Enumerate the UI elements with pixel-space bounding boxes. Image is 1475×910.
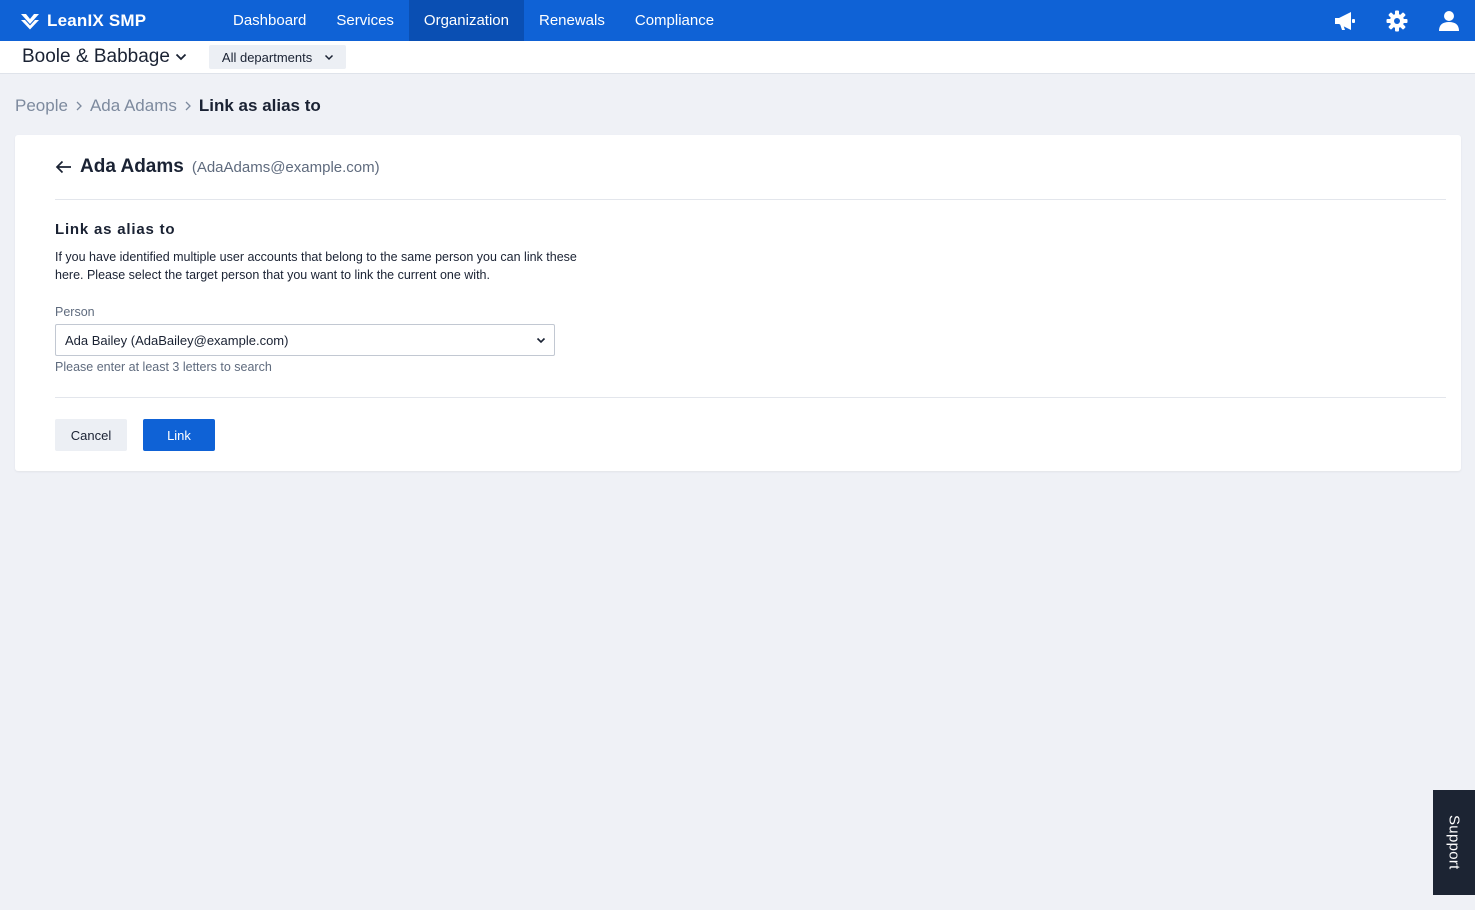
leanix-logo-icon <box>21 13 39 29</box>
back-arrow-icon[interactable] <box>55 160 72 174</box>
chevron-down-icon <box>325 54 334 60</box>
nav-compliance[interactable]: Compliance <box>620 0 729 41</box>
user-icon[interactable] <box>1423 0 1475 41</box>
person-field-label: Person <box>55 305 95 319</box>
person-select[interactable]: Ada Bailey (AdaBailey@example.com) <box>55 324 555 356</box>
link-alias-card: Ada Adams (AdaAdams@example.com) Link as… <box>15 135 1461 471</box>
person-field-hint: Please enter at least 3 letters to searc… <box>55 360 272 374</box>
chevron-right-icon <box>75 100 83 112</box>
chevron-down-icon <box>175 53 187 61</box>
card-header: Ada Adams (AdaAdams@example.com) <box>55 155 380 179</box>
nav-renewals[interactable]: Renewals <box>524 0 620 41</box>
cancel-button[interactable]: Cancel <box>55 419 127 451</box>
breadcrumb-current: Link as alias to <box>198 96 321 115</box>
divider <box>55 199 1446 200</box>
chevron-right-icon <box>184 100 192 112</box>
top-navbar: LeanIX SMP Dashboard Services Organizati… <box>0 0 1475 41</box>
chevron-down-icon <box>536 337 546 344</box>
breadcrumb-people[interactable]: People <box>15 96 68 116</box>
workspace-bar: Boole & Babbage All departments <box>0 41 1475 74</box>
section-title: Link as alias to <box>55 221 176 238</box>
person-email: (AdaAdams@example.com) <box>191 158 380 176</box>
link-button[interactable]: Link <box>143 419 215 451</box>
nav-services[interactable]: Services <box>321 0 409 41</box>
support-label: Support <box>1445 815 1463 870</box>
department-filter-value: All departments <box>221 49 313 65</box>
support-tab[interactable]: Support <box>1433 790 1475 895</box>
workspace-switcher[interactable]: Boole & Babbage <box>22 46 187 68</box>
breadcrumb: People Ada Adams Link as alias to <box>15 95 321 117</box>
breadcrumb-person[interactable]: Ada Adams <box>90 96 177 116</box>
gear-icon[interactable] <box>1371 0 1423 41</box>
brand-logo[interactable]: LeanIX SMP <box>0 0 218 41</box>
workspace-name: Boole & Babbage <box>22 46 170 67</box>
department-filter[interactable]: All departments <box>208 45 347 69</box>
nav-organization[interactable]: Organization <box>408 0 524 41</box>
megaphone-icon[interactable] <box>1319 0 1371 41</box>
nav-dashboard[interactable]: Dashboard <box>218 0 321 41</box>
person-select-value: Ada Bailey (AdaBailey@example.com) <box>65 332 289 348</box>
divider <box>55 397 1446 398</box>
section-description: If you have identified multiple user acc… <box>55 250 577 282</box>
brand-name: LeanIX SMP <box>47 10 147 30</box>
person-name: Ada Adams <box>80 156 184 177</box>
